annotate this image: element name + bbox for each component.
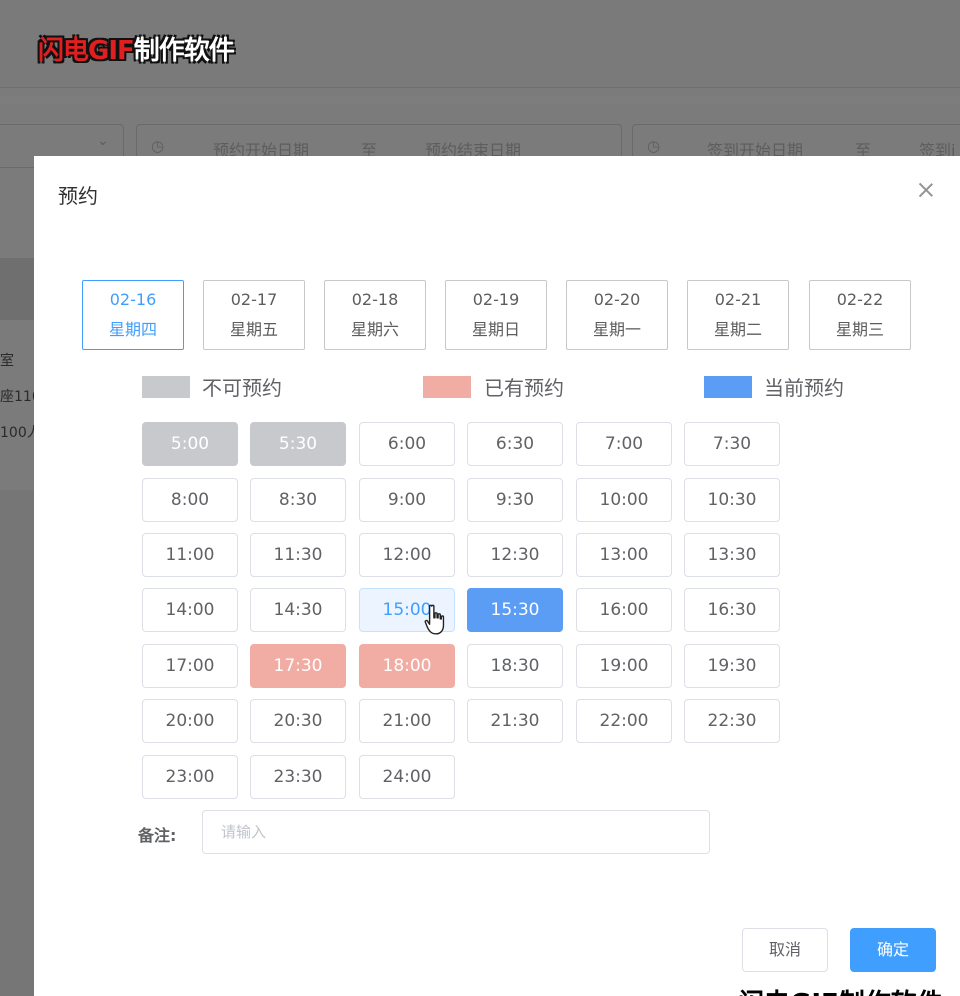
time-slot-button[interactable]: 19:00 <box>576 644 672 688</box>
time-slot-button[interactable]: 23:30 <box>250 755 346 799</box>
time-slot-button[interactable]: 17:30 <box>250 644 346 688</box>
time-slot-button[interactable]: 24:00 <box>359 755 455 799</box>
day-weekday: 星期日 <box>471 320 520 339</box>
time-slot-button[interactable]: 9:00 <box>359 478 455 522</box>
room-name-text: 室 <box>0 353 14 369</box>
time-slot-button[interactable]: 17:00 <box>142 644 238 688</box>
watermark: 闪电GIF制作软件 <box>38 36 235 66</box>
day-weekday: 星期五 <box>229 320 278 339</box>
day-date: 02-19 <box>472 290 520 309</box>
day-weekday: 星期二 <box>713 320 762 339</box>
booking-dialog: 预约 02-16 星期四 02-17 星期五 02-18 星期六 02-19 星期日 02-20… <box>34 156 960 996</box>
day-date: 02-17 <box>230 290 278 309</box>
legend-label-booked: 已有预约 <box>484 376 564 400</box>
time-slot-button[interactable]: 14:30 <box>250 588 346 632</box>
chevron-down-icon: ⌄ <box>97 133 109 149</box>
time-slot-button[interactable]: 20:30 <box>250 699 346 743</box>
day-tab[interactable]: 02-19 星期日 <box>445 280 547 350</box>
time-slot-button: 5:00 <box>142 422 238 466</box>
time-slot-button[interactable]: 6:00 <box>359 422 455 466</box>
cancel-button[interactable]: 取消 <box>742 928 828 972</box>
confirm-button[interactable]: 确定 <box>850 928 936 972</box>
time-slot-button[interactable]: 15:30 <box>467 588 563 632</box>
time-slot-button[interactable]: 11:30 <box>250 533 346 577</box>
day-tab[interactable]: 02-20 星期一 <box>566 280 668 350</box>
room-card-image <box>0 258 34 320</box>
time-slot-button[interactable]: 12:00 <box>359 533 455 577</box>
day-tab[interactable]: 02-16 星期四 <box>82 280 184 350</box>
time-slot-button[interactable]: 13:30 <box>684 533 780 577</box>
day-date: 02-21 <box>714 290 762 309</box>
remark-label: 备注: <box>138 826 177 845</box>
time-slot-button[interactable]: 21:00 <box>359 699 455 743</box>
day-tab[interactable]: 02-22 星期三 <box>809 280 911 350</box>
time-slot-button[interactable]: 19:30 <box>684 644 780 688</box>
day-weekday: 星期六 <box>350 320 399 339</box>
day-date: 02-20 <box>593 290 641 309</box>
time-slot-button[interactable]: 10:00 <box>576 478 672 522</box>
time-slot-button: 5:30 <box>250 422 346 466</box>
day-tab[interactable]: 02-18 星期六 <box>324 280 426 350</box>
time-slot-button[interactable]: 8:00 <box>142 478 238 522</box>
time-slot-button[interactable]: 22:30 <box>684 699 780 743</box>
day-date: 02-16 <box>109 290 157 309</box>
legend-swatch-unavailable <box>142 376 190 398</box>
legend-swatch-current <box>704 376 752 398</box>
day-weekday: 星期一 <box>592 320 641 339</box>
time-slot-button[interactable]: 21:30 <box>467 699 563 743</box>
time-slot-button[interactable]: 6:30 <box>467 422 563 466</box>
time-slot-button[interactable]: 16:00 <box>576 588 672 632</box>
time-slot-button[interactable]: 23:00 <box>142 755 238 799</box>
day-tab[interactable]: 02-17 星期五 <box>203 280 305 350</box>
time-slot-button[interactable]: 9:30 <box>467 478 563 522</box>
time-slot-button[interactable]: 12:30 <box>467 533 563 577</box>
clock-icon: ◷ <box>151 137 165 155</box>
legend-label-current: 当前预约 <box>764 376 844 400</box>
legend-swatch-booked <box>423 376 471 398</box>
time-slot-button[interactable]: 18:30 <box>467 644 563 688</box>
day-weekday: 星期四 <box>108 320 157 339</box>
day-weekday: 星期三 <box>835 320 884 339</box>
time-slot-button[interactable]: 7:30 <box>684 422 780 466</box>
time-slot-button[interactable]: 20:00 <box>142 699 238 743</box>
time-slot-button[interactable]: 10:30 <box>684 478 780 522</box>
clock-icon: ◷ <box>647 137 661 155</box>
day-date: 02-18 <box>351 290 399 309</box>
toolbar-strip <box>0 96 960 104</box>
day-tab[interactable]: 02-21 星期二 <box>687 280 789 350</box>
day-date: 02-22 <box>836 290 884 309</box>
time-slot-button[interactable]: 15:00 <box>359 588 455 632</box>
close-icon[interactable] <box>918 182 934 198</box>
time-slot-button[interactable]: 8:30 <box>250 478 346 522</box>
time-slot-button[interactable]: 11:00 <box>142 533 238 577</box>
time-slot-button[interactable]: 13:00 <box>576 533 672 577</box>
time-slot-button[interactable]: 22:00 <box>576 699 672 743</box>
remark-input[interactable] <box>202 810 710 854</box>
page-backdrop <box>0 490 34 996</box>
time-slot-button[interactable]: 18:00 <box>359 644 455 688</box>
dialog-title: 预约 <box>58 184 98 208</box>
time-slot-button[interactable]: 7:00 <box>576 422 672 466</box>
time-slot-button[interactable]: 16:30 <box>684 588 780 632</box>
legend-label-unavailable: 不可预约 <box>202 376 282 400</box>
bottom-watermark: 闪电GIF制作软件 <box>738 983 943 996</box>
time-slot-button[interactable]: 14:00 <box>142 588 238 632</box>
